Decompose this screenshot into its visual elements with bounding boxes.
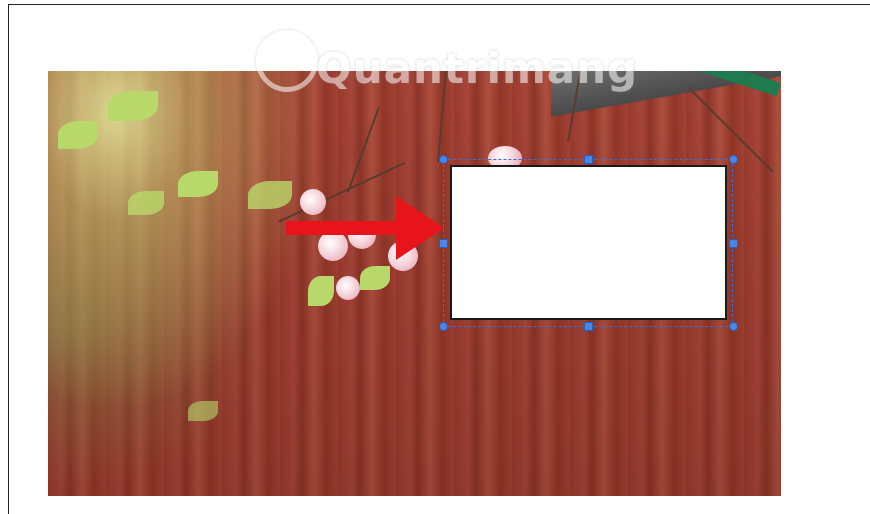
resize-handle-bottom-left[interactable] <box>439 322 448 331</box>
arrow-body <box>286 196 444 260</box>
resize-handle-top-right[interactable] <box>729 155 738 164</box>
resize-handle-bottom[interactable] <box>584 322 593 331</box>
photo-leaf <box>178 171 218 197</box>
lightbulb-icon <box>256 30 318 92</box>
text-box[interactable] <box>450 165 727 320</box>
photo-leaf <box>188 401 218 421</box>
resize-handle-top-left[interactable] <box>439 155 448 164</box>
watermark: Quantrimang <box>256 30 637 100</box>
watermark-text: Quantrimang <box>316 44 639 93</box>
photo-blossom <box>336 276 360 300</box>
photo-leaf <box>128 191 164 215</box>
resize-handle-left[interactable] <box>439 239 448 248</box>
resize-handle-top[interactable] <box>584 155 593 164</box>
photo-leaf <box>58 121 98 149</box>
photo-leaf <box>308 276 334 306</box>
resize-handle-right[interactable] <box>729 239 738 248</box>
right-arrow-shape[interactable] <box>286 193 446 263</box>
photo-leaf <box>360 266 390 290</box>
resize-handle-bottom-right[interactable] <box>729 322 738 331</box>
photo-leaf <box>108 91 158 121</box>
